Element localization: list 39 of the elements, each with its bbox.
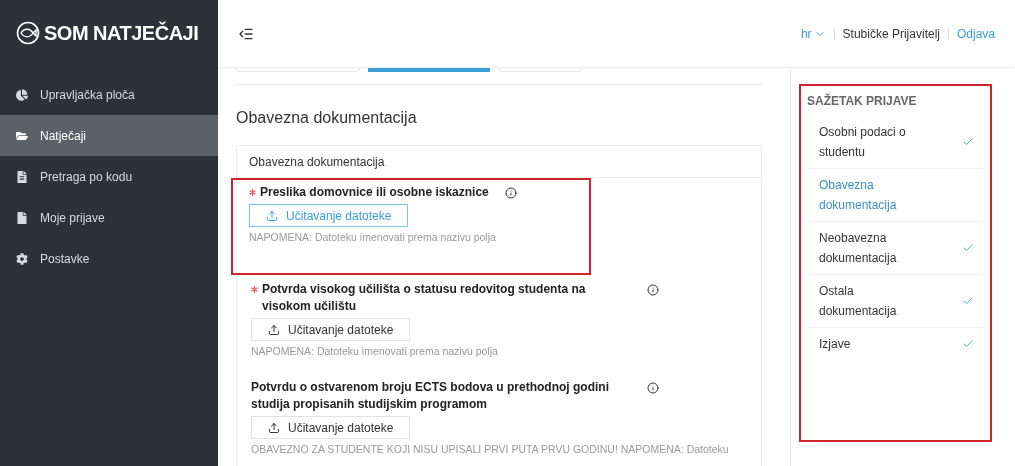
field-label: Potvrda visokog učilišta o statusu redovitog studenta na visokom učilištu: [262, 281, 587, 315]
upload-button[interactable]: Učitavanje datoteke: [251, 318, 411, 341]
check-icon: [962, 136, 974, 148]
info-icon[interactable]: [647, 382, 659, 394]
note-text: NAPOMENA: Datoteku imenovati prema nazivu polja: [249, 230, 496, 245]
check-icon: [962, 295, 974, 307]
upload-button[interactable]: Učitavanje datoteke: [251, 416, 411, 439]
user-name: Stubičke Prijavitelj: [842, 25, 940, 43]
summary-item[interactable]: Neobavezna dokumentacija: [807, 222, 984, 275]
note-text: OBAVEZNO ZA STUDENTE KOJI NISU UPISALI PRVI PUTA PRVU GODINU! NAPOMENA: Datoteku: [251, 442, 729, 457]
upload-icon: [266, 209, 278, 222]
fish-logo-icon: [16, 21, 40, 45]
document-icon: [16, 170, 28, 183]
check-icon: [962, 242, 974, 254]
sidebar-item[interactable]: Natječaji: [0, 115, 218, 156]
summary-item[interactable]: Izjave: [807, 328, 984, 360]
note-text: NAPOMENA: Datoteku imenovati prema nazivu polja: [251, 344, 498, 359]
info-icon[interactable]: [504, 187, 517, 199]
pie-chart-icon: [16, 88, 28, 101]
settings-icon: [16, 252, 28, 265]
summary-item[interactable]: Obavezna dokumentacija: [807, 169, 984, 222]
summary-item[interactable]: Osobni podaci o studentu: [807, 116, 984, 169]
card-title: Obavezna dokumentacija: [237, 146, 761, 178]
check-icon: [962, 338, 974, 350]
document-icon: [16, 211, 28, 224]
sidebar-item[interactable]: Upravljačka ploča: [0, 74, 218, 115]
upload-icon: [268, 421, 280, 434]
summary-title: SAŽETAK PRIJAVE: [807, 92, 918, 110]
sidebar-item[interactable]: Postavke: [0, 238, 218, 279]
logo-text: SOM NATJEČAJI: [44, 20, 199, 46]
info-icon[interactable]: [647, 284, 659, 296]
summary-item[interactable]: Ostala dokumentacija: [807, 275, 984, 328]
folder-icon: [16, 129, 28, 142]
page-title: Obavezna dokumentacija: [236, 108, 418, 128]
sidebar-item[interactable]: Moje prijave: [0, 197, 218, 238]
field-label: Preslika domovnice ili osobne iskaznice: [260, 184, 489, 201]
upload-icon: [268, 323, 280, 336]
sidebar-item[interactable]: Pretraga po kodu: [0, 156, 218, 197]
field-label: Potvrdu o ostvarenom broju ECTS bodova u prethodnoj godini studija propisanih studijskim programom: [251, 379, 610, 413]
